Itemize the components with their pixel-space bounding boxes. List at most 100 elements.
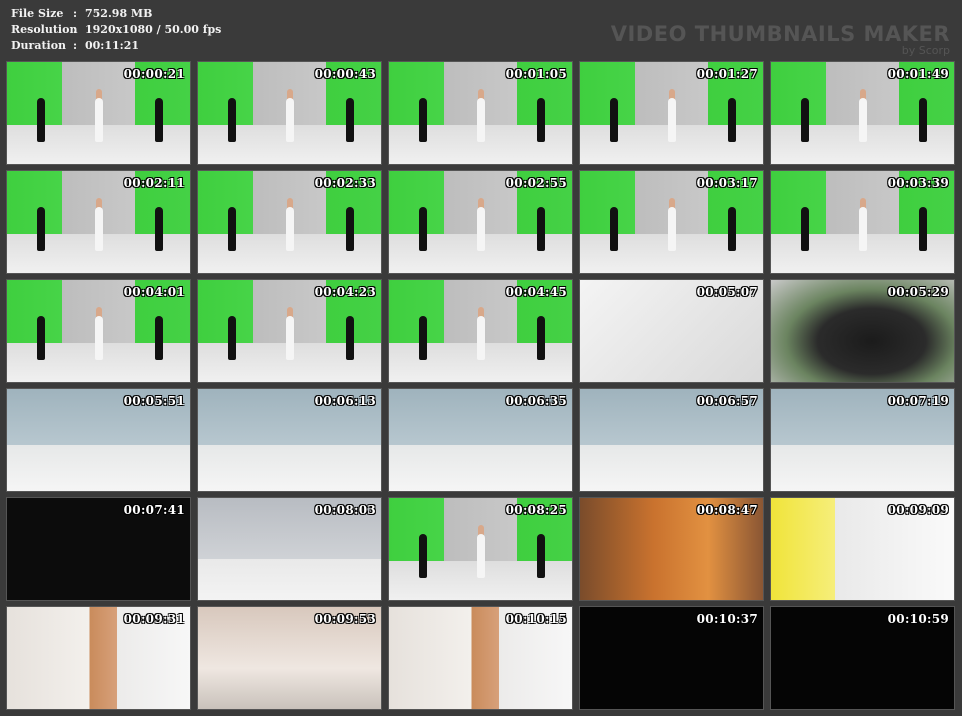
video-thumbnail[interactable]: 00:10:15	[388, 606, 573, 710]
thumbnail-timestamp: 00:03:17	[696, 176, 758, 190]
scene-figure	[801, 207, 809, 251]
scene-figure	[419, 316, 427, 360]
video-thumbnail[interactable]: 00:03:39	[770, 170, 955, 274]
resolution-value: 1920x1080 / 50.00 fps	[85, 23, 222, 36]
thumbnail-timestamp: 00:06:13	[314, 394, 376, 408]
scene-figure	[477, 534, 485, 578]
video-thumbnail[interactable]: 00:04:23	[197, 279, 382, 383]
scene-figure	[286, 207, 294, 251]
thumbnail-timestamp: 00:04:01	[123, 285, 185, 299]
thumbnail-timestamp: 00:10:59	[887, 612, 949, 626]
video-thumbnail[interactable]: 00:01:05	[388, 61, 573, 165]
scene-figure	[346, 98, 354, 142]
resolution-sep: :	[73, 23, 78, 36]
thumbnail-timestamp: 00:01:49	[887, 67, 949, 81]
video-thumbnail[interactable]: 00:09:31	[6, 606, 191, 710]
thumbnail-timestamp: 00:08:03	[314, 503, 376, 517]
video-thumbnail[interactable]: 00:00:43	[197, 61, 382, 165]
scene-figure	[859, 207, 867, 251]
thumbnail-timestamp: 00:02:33	[314, 176, 376, 190]
scene-figure	[477, 316, 485, 360]
resolution-label: Resolution	[11, 23, 78, 36]
video-thumbnail[interactable]: 00:10:59	[770, 606, 955, 710]
video-thumbnail[interactable]: 00:05:51	[6, 388, 191, 492]
scene-figure	[801, 98, 809, 142]
thumbnail-timestamp: 00:09:31	[123, 612, 185, 626]
thumbnail-timestamp: 00:01:05	[505, 67, 567, 81]
scene-figure	[668, 207, 676, 251]
video-thumbnail[interactable]: 00:05:29	[770, 279, 955, 383]
scene-figure	[919, 98, 927, 142]
scene-figure	[346, 207, 354, 251]
scene-figure	[610, 207, 618, 251]
thumbnail-timestamp: 00:08:47	[696, 503, 758, 517]
thumbnail-timestamp: 00:00:21	[123, 67, 185, 81]
duration-label: Duration	[11, 39, 67, 52]
video-thumbnail[interactable]: 00:01:49	[770, 61, 955, 165]
thumbnail-timestamp: 00:01:27	[696, 67, 758, 81]
thumbnail-grid: 00:00:21 00:00:43 00:01:05 00:01:27 00:01:49…	[6, 61, 955, 710]
scene-figure	[346, 316, 354, 360]
thumbnail-timestamp: 00:06:35	[505, 394, 567, 408]
thumbnail-timestamp: 00:09:09	[887, 503, 949, 517]
scene-figure	[37, 207, 45, 251]
video-thumbnail[interactable]: 00:02:33	[197, 170, 382, 274]
thumbnail-timestamp: 00:06:57	[696, 394, 758, 408]
thumbnail-timestamp: 00:08:25	[505, 503, 567, 517]
scene-figure	[477, 207, 485, 251]
video-thumbnail[interactable]: 00:08:25	[388, 497, 573, 601]
scene-figure	[155, 207, 163, 251]
scene-figure	[537, 316, 545, 360]
video-thumbnail[interactable]: 00:00:21	[6, 61, 191, 165]
video-thumbnail[interactable]: 00:06:13	[197, 388, 382, 492]
duration-row: Duration : 00:11:21	[11, 38, 221, 54]
video-thumbnail[interactable]: 00:08:03	[197, 497, 382, 601]
scene-figure	[537, 98, 545, 142]
video-thumbnail[interactable]: 00:10:37	[579, 606, 764, 710]
video-thumbnail[interactable]: 00:03:17	[579, 170, 764, 274]
video-thumbnail[interactable]: 00:07:41	[6, 497, 191, 601]
scene-figure	[37, 98, 45, 142]
video-thumbnail[interactable]: 00:06:35	[388, 388, 573, 492]
scene-figure	[228, 98, 236, 142]
video-thumbnail[interactable]: 00:02:11	[6, 170, 191, 274]
video-thumbnail[interactable]: 00:09:09	[770, 497, 955, 601]
scene-figure	[859, 98, 867, 142]
video-thumbnail[interactable]: 00:08:47	[579, 497, 764, 601]
scene-figure	[419, 98, 427, 142]
video-thumbnail[interactable]: 00:05:07	[579, 279, 764, 383]
file-size-sep: :	[73, 7, 78, 20]
scene-figure	[95, 207, 103, 251]
scene-figure	[728, 98, 736, 142]
brand-subtitle: by Scorp	[901, 44, 950, 57]
thumbnail-timestamp: 00:05:29	[887, 285, 949, 299]
scene-figure	[286, 316, 294, 360]
thumbnail-timestamp: 00:05:51	[123, 394, 185, 408]
duration-value: 00:11:21	[85, 39, 140, 52]
file-size-label: File Size	[11, 7, 64, 20]
scene-figure	[37, 316, 45, 360]
thumbnail-timestamp: 00:03:39	[887, 176, 949, 190]
duration-sep: :	[73, 39, 78, 52]
scene-figure	[477, 98, 485, 142]
brand-watermark: VIDEO THUMBNAILS MAKER by Scorp	[611, 22, 950, 57]
thumbnail-timestamp: 00:10:37	[696, 612, 758, 626]
scene-figure	[419, 534, 427, 578]
video-thumbnail[interactable]: 00:04:01	[6, 279, 191, 383]
file-size-value: 752.98 MB	[85, 7, 153, 20]
video-thumbnail[interactable]: 00:01:27	[579, 61, 764, 165]
video-thumbnail[interactable]: 00:06:57	[579, 388, 764, 492]
scene-figure	[228, 316, 236, 360]
scene-figure	[228, 207, 236, 251]
video-thumbnail[interactable]: 00:02:55	[388, 170, 573, 274]
scene-figure	[919, 207, 927, 251]
video-thumbnail[interactable]: 00:09:53	[197, 606, 382, 710]
thumbnail-timestamp: 00:09:53	[314, 612, 376, 626]
video-thumbnail[interactable]: 00:07:19	[770, 388, 955, 492]
scene-figure	[419, 207, 427, 251]
scene-figure	[95, 316, 103, 360]
thumbnail-timestamp: 00:10:15	[505, 612, 567, 626]
scene-figure	[537, 207, 545, 251]
video-thumbnail[interactable]: 00:04:45	[388, 279, 573, 383]
scene-figure	[668, 98, 676, 142]
